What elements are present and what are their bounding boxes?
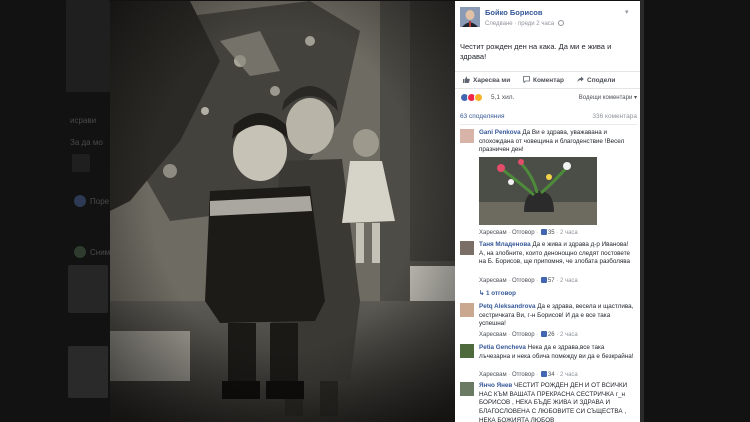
commenter-name[interactable]: Petq Aleksandrova: [479, 303, 535, 310]
photo-viewer: исрави За да мо Поре Снимк Бойко Борисов…: [0, 0, 750, 422]
scrollbar[interactable]: [640, 0, 644, 422]
commenter-avatar[interactable]: [460, 344, 474, 358]
thumbs-up-icon: [540, 229, 547, 235]
reaction-count: 5,1 хил.: [491, 94, 515, 101]
post-header: Бойко Борисов Следване · преди 2 часа ▾: [455, 1, 640, 33]
post-time[interactable]: преди 2 часа: [518, 21, 554, 27]
post-details-pane: Бойко Борисов Следване · преди 2 часа ▾ …: [455, 1, 640, 422]
thumbs-up-icon: [540, 277, 547, 283]
comment-actions: Харесвам · Отговор · 57 · 2 часа: [479, 277, 578, 284]
comment: Petq Aleksandrova Да е здрава, весела и …: [460, 303, 637, 339]
commenter-name[interactable]: Янчо Янев: [479, 382, 512, 389]
comment-time[interactable]: 2 часа: [560, 332, 578, 338]
comment-icon: [523, 76, 530, 84]
replies-count: 1 отговор: [486, 290, 516, 297]
comment-body: Petq Aleksandrova Да е здрава, весела и …: [479, 303, 635, 329]
commenter-avatar[interactable]: [460, 129, 474, 143]
comment-like-count: 26: [547, 332, 555, 338]
shares-link[interactable]: 63 споделяния: [460, 113, 505, 120]
bg-photo-icon: [74, 246, 86, 258]
commenter-avatar[interactable]: [460, 241, 474, 255]
commenter-name[interactable]: Таня Младенова: [479, 241, 531, 248]
bg-avatar: [72, 154, 90, 172]
post-meta: Следване · преди 2 часа: [485, 20, 564, 27]
commenter-name[interactable]: Petia Gencheva: [479, 344, 526, 351]
commenter-avatar[interactable]: [460, 303, 474, 317]
comment-body: Gani Penkova Да Ви е здрава, уважавана и…: [479, 129, 635, 155]
thumbs-up-icon: [540, 371, 547, 377]
author-avatar[interactable]: [460, 7, 480, 27]
post-actions: Харесва ми Коментар Сподели: [455, 71, 640, 89]
haha-reaction-icon: [474, 93, 483, 102]
thumbs-up-icon: [540, 331, 547, 337]
commenter-avatar[interactable]: [460, 382, 474, 396]
comment-body: Таня Младенова Да е жива и здрава д-р Ив…: [479, 241, 635, 267]
comment-order-label: Водещи коментари: [578, 95, 633, 101]
comment-like-count: 34: [547, 372, 555, 378]
share-icon: [577, 76, 584, 83]
comment-image[interactable]: [479, 157, 597, 225]
bg-thumb: [68, 265, 108, 313]
comment-actions: Харесвам · Отговор · 26 · 2 часа: [479, 331, 578, 338]
globe-icon: [557, 20, 564, 26]
comment: Янчо Янев ЧЕСТИТ РОЖДЕН ДЕН И ОТ ВСИЧКИ …: [460, 382, 637, 422]
comment-reply-link[interactable]: Отговор: [512, 332, 535, 338]
bg-snippet: За да мо: [70, 138, 103, 147]
comment-reply-link[interactable]: Отговор: [512, 278, 535, 284]
bg-snippet: исрави: [70, 116, 97, 125]
flowers-in-vase-image: [479, 157, 597, 225]
comment-label: Коментар: [533, 77, 564, 84]
like-button[interactable]: Харесва ми: [463, 76, 510, 84]
comment-button[interactable]: Коментар: [523, 76, 564, 84]
bg-card: [66, 0, 110, 92]
bg-globe-icon: [74, 195, 86, 207]
author-name[interactable]: Бойко Борисов: [485, 8, 542, 17]
vintage-photo-children: [110, 1, 455, 422]
bg-snippet: Поре: [90, 197, 110, 206]
post-stats: 63 споделяния 336 коментара: [460, 113, 637, 125]
comment-time[interactable]: 2 часа: [560, 230, 578, 236]
share-label: Сподели: [587, 77, 616, 84]
comment-actions: Харесвам · Отговор · 35 · 2 часа: [479, 229, 578, 236]
share-button[interactable]: Сподели: [577, 76, 615, 84]
comment-like-link[interactable]: Харесвам: [479, 278, 507, 284]
comment: Gani Penkova Да Ви е здрава, уважавана и…: [460, 129, 637, 236]
view-replies-link[interactable]: ↳ 1 отговор: [479, 290, 516, 297]
comment-like-link[interactable]: Харесвам: [479, 230, 507, 236]
comment-reply-link[interactable]: Отговор: [512, 230, 535, 236]
like-label: Харесва ми: [473, 77, 511, 84]
comment-time[interactable]: 2 часа: [560, 372, 578, 378]
comment-actions: Харесвам · Отговор · 34 · 2 часа: [479, 371, 578, 378]
comment: Таня Младенова Да е жива и здрава д-р Ив…: [460, 241, 637, 297]
comment-like-count: 57: [547, 278, 555, 284]
comment-like-count: 35: [547, 230, 555, 236]
thumbs-up-icon: [463, 76, 470, 83]
author-portrait-icon: [460, 7, 480, 27]
commenter-name[interactable]: Gani Penkova: [479, 129, 521, 136]
post-photo[interactable]: [110, 1, 455, 422]
comment-like-link[interactable]: Харесвам: [479, 332, 507, 338]
order-chevron-icon: ▾: [633, 95, 637, 101]
comment-time[interactable]: 2 часа: [560, 278, 578, 284]
comment-order-select[interactable]: Водещи коментари ▾: [579, 94, 637, 101]
comment-like-link[interactable]: Харесвам: [479, 372, 507, 378]
comment-reply-link[interactable]: Отговор: [512, 372, 535, 378]
reply-arrow-icon: ↳: [479, 290, 487, 297]
reactions-summary[interactable]: 5,1 хил. Водещи коментари ▾: [460, 93, 637, 105]
comment-body: Янчо Янев ЧЕСТИТ РОЖДЕН ДЕН И ОТ ВСИЧКИ …: [479, 382, 635, 422]
comments-count[interactable]: 336 коментара: [592, 113, 637, 120]
follow-link[interactable]: Следване: [485, 21, 513, 27]
chevron-down-icon[interactable]: ▾: [625, 9, 632, 16]
post-text: Честит рожден ден на кака. Да ми е жива …: [460, 42, 612, 61]
comment-body: Petia Gencheva Нека да е здрава,все така…: [479, 344, 635, 361]
comment: Petia Gencheva Нека да е здрава,все така…: [460, 344, 637, 378]
bg-thumb: [68, 346, 108, 398]
